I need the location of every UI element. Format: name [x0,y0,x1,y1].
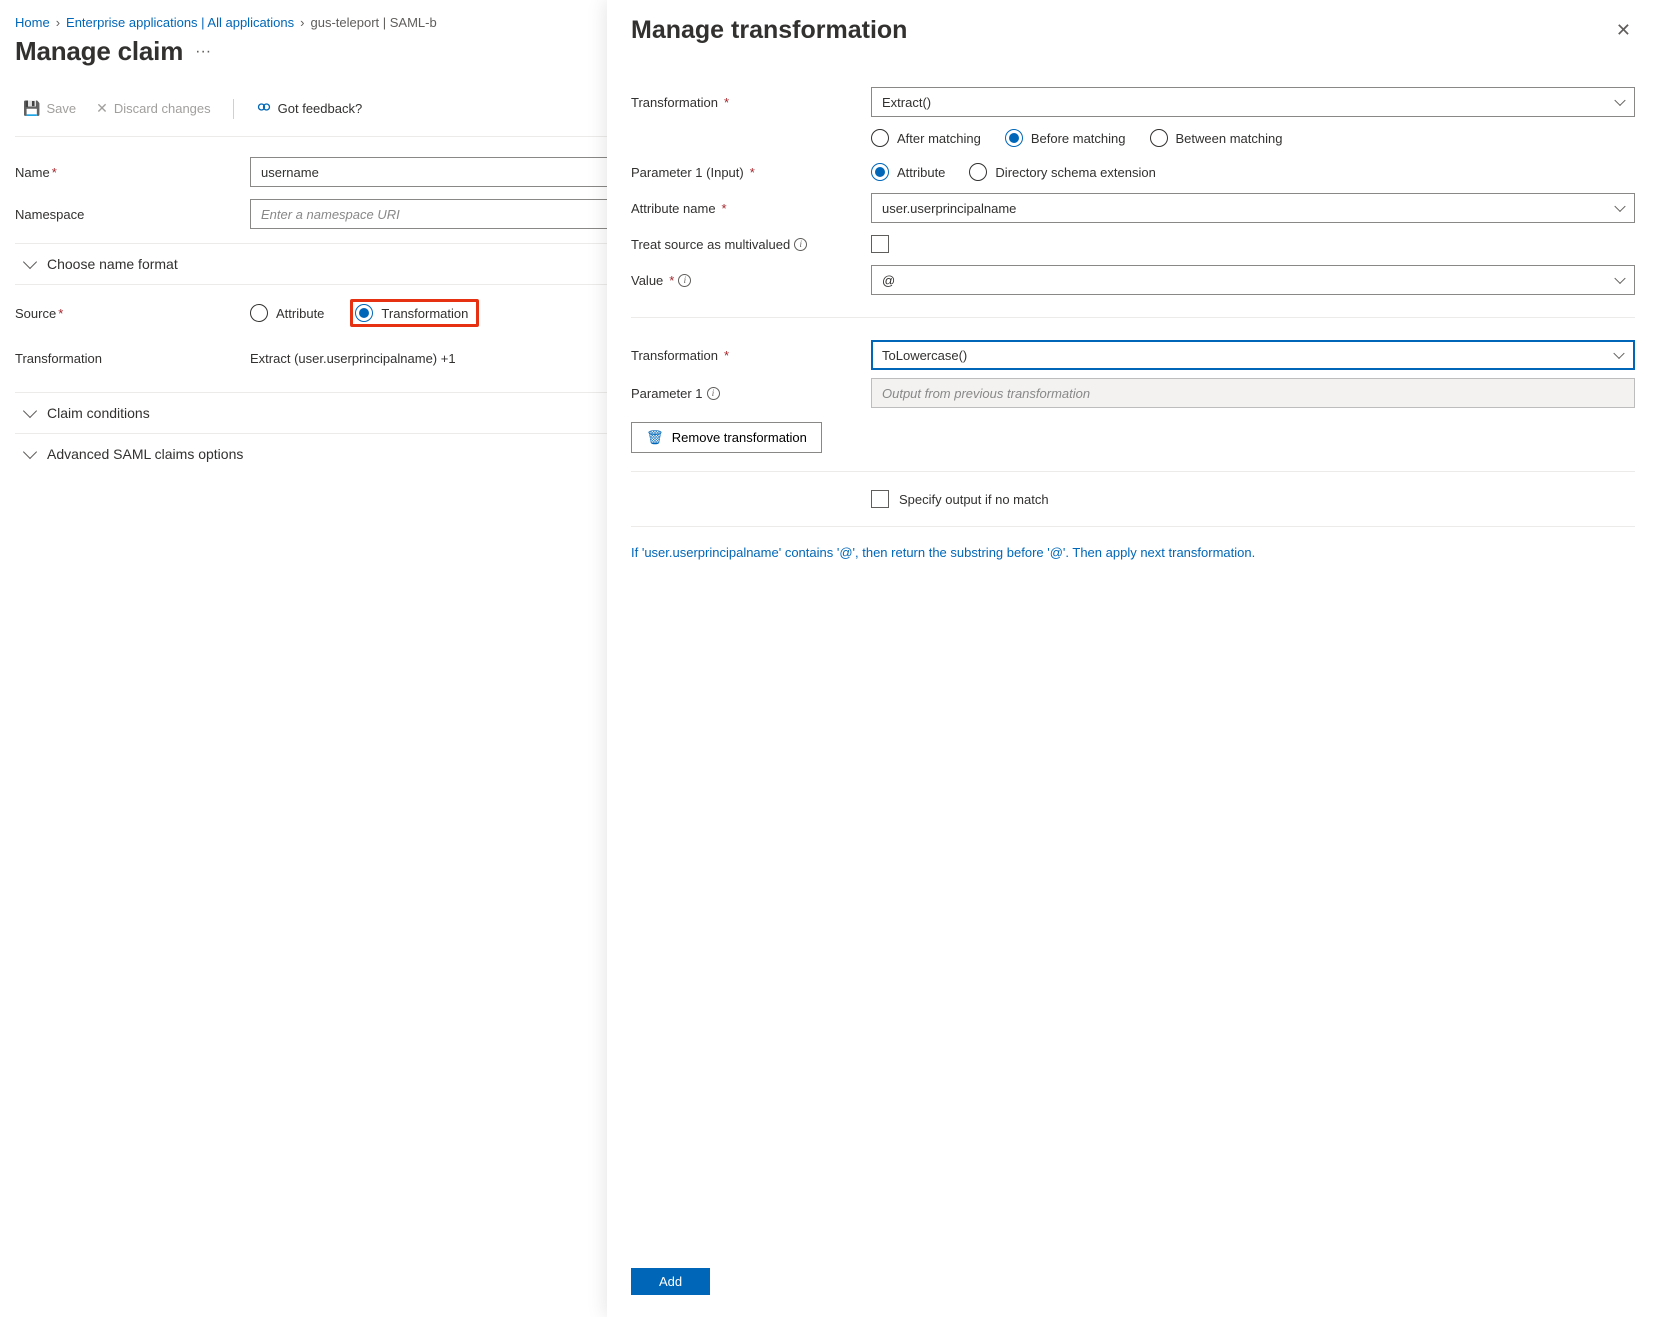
chevron-down-icon [1614,201,1625,212]
save-button[interactable]: 💾 Save [15,96,84,121]
chevron-down-icon [23,404,37,418]
discard-label: Discard changes [114,101,211,116]
source-transformation-label: Transformation [381,306,468,321]
attribute-name-dropdown[interactable]: user.userprincipalname [871,193,1635,223]
specify-output-label: Specify output if no match [899,492,1049,507]
radio-icon [250,304,268,322]
transformation2-value: ToLowercase() [882,348,967,363]
radio-icon [871,129,889,147]
transformation-summary-label: Transformation [15,351,250,366]
treat-multivalued-checkbox[interactable] [871,235,889,253]
match-before-label: Before matching [1031,131,1126,146]
transformation2-dropdown[interactable]: ToLowercase() [871,340,1635,370]
breadcrumb-enterprise-apps[interactable]: Enterprise applications | All applicatio… [66,15,294,30]
source-transformation-radio[interactable]: Transformation [355,304,468,322]
panel-title: Manage transformation [631,16,907,45]
chevron-down-icon [23,445,37,459]
manage-transformation-panel: Manage transformation ✕ Transformation* … [607,0,1659,1317]
separator [631,526,1635,527]
param1-dse-radio[interactable]: Directory schema extension [969,163,1155,181]
specify-output-checkbox[interactable] [871,490,889,508]
separator [631,471,1635,472]
breadcrumb-home[interactable]: Home [15,15,50,30]
radio-checked-icon [355,304,373,322]
parameter1-input-label: Parameter 1 (Input)* [631,165,871,180]
radio-icon [1150,129,1168,147]
param1-dse-label: Directory schema extension [995,165,1155,180]
info-icon[interactable]: i [678,274,691,287]
match-after-radio[interactable]: After matching [871,129,981,147]
radio-icon [969,163,987,181]
remove-transformation-button[interactable]: 🗑 Remove transformation [631,422,822,453]
chevron-down-icon [23,255,37,269]
transformation1-value: Extract() [882,95,931,110]
chevron-right-icon: › [56,15,60,30]
discard-button[interactable]: ✕ Discard changes [88,96,219,121]
attribute-name-label: Attribute name* [631,201,871,216]
discard-icon: ✕ [96,100,108,117]
match-between-radio[interactable]: Between matching [1150,129,1283,147]
claim-conditions-label: Claim conditions [47,405,150,421]
match-before-radio[interactable]: Before matching [1005,129,1126,147]
radio-checked-icon [871,163,889,181]
transformation-summary-value: Extract (user.userprincipalname) +1 [250,351,456,366]
transformation1-label: Transformation* [631,95,871,110]
feedback-button[interactable]: Got feedback? [248,95,371,122]
value-value: @ [882,273,895,288]
treat-multivalued-label: Treat source as multivalued i [631,237,871,252]
chevron-down-icon [1614,273,1625,284]
parameter1-output-field: Output from previous transformation [871,378,1635,408]
radio-checked-icon [1005,129,1023,147]
page-title: Manage claim [15,36,183,67]
match-between-label: Between matching [1176,131,1283,146]
trash-icon: 🗑 [646,429,664,446]
name-label: Name* [15,165,250,180]
transformation1-dropdown[interactable]: Extract() [871,87,1635,117]
advanced-saml-label: Advanced SAML claims options [47,446,243,462]
transformation-explanation: If 'user.userprincipalname' contains '@'… [631,545,1635,560]
chevron-right-icon: › [300,15,304,30]
chevron-down-icon [1613,348,1624,359]
more-icon[interactable]: ··· [195,43,211,61]
breadcrumb-current: gus-teleport | SAML-b [311,15,437,30]
choose-name-format-label: Choose name format [47,256,178,272]
attribute-name-value: user.userprincipalname [882,201,1016,216]
close-icon[interactable]: ✕ [1612,16,1635,45]
toolbar-separator [233,99,234,119]
save-label: Save [46,101,76,116]
source-label: Source* [15,306,250,321]
remove-transformation-label: Remove transformation [672,430,807,445]
source-attribute-radio[interactable]: Attribute [250,304,324,322]
info-icon[interactable]: i [794,238,807,251]
source-transformation-highlight: Transformation [350,299,479,327]
add-button[interactable]: Add [631,1268,710,1295]
namespace-label: Namespace [15,207,250,222]
separator [631,317,1635,318]
parameter1-placeholder: Output from previous transformation [882,386,1090,401]
value-dropdown[interactable]: @ [871,265,1635,295]
feedback-label: Got feedback? [278,101,363,116]
param1-attribute-label: Attribute [897,165,945,180]
save-icon: 💾 [23,100,40,117]
source-attribute-label: Attribute [276,306,324,321]
param1-attribute-radio[interactable]: Attribute [871,163,945,181]
parameter1-label: Parameter 1 i [631,386,871,401]
feedback-icon [256,99,272,118]
transformation2-label: Transformation* [631,348,871,363]
match-after-label: After matching [897,131,981,146]
info-icon[interactable]: i [707,387,720,400]
value-label: Value* i [631,273,871,288]
chevron-down-icon [1614,95,1625,106]
